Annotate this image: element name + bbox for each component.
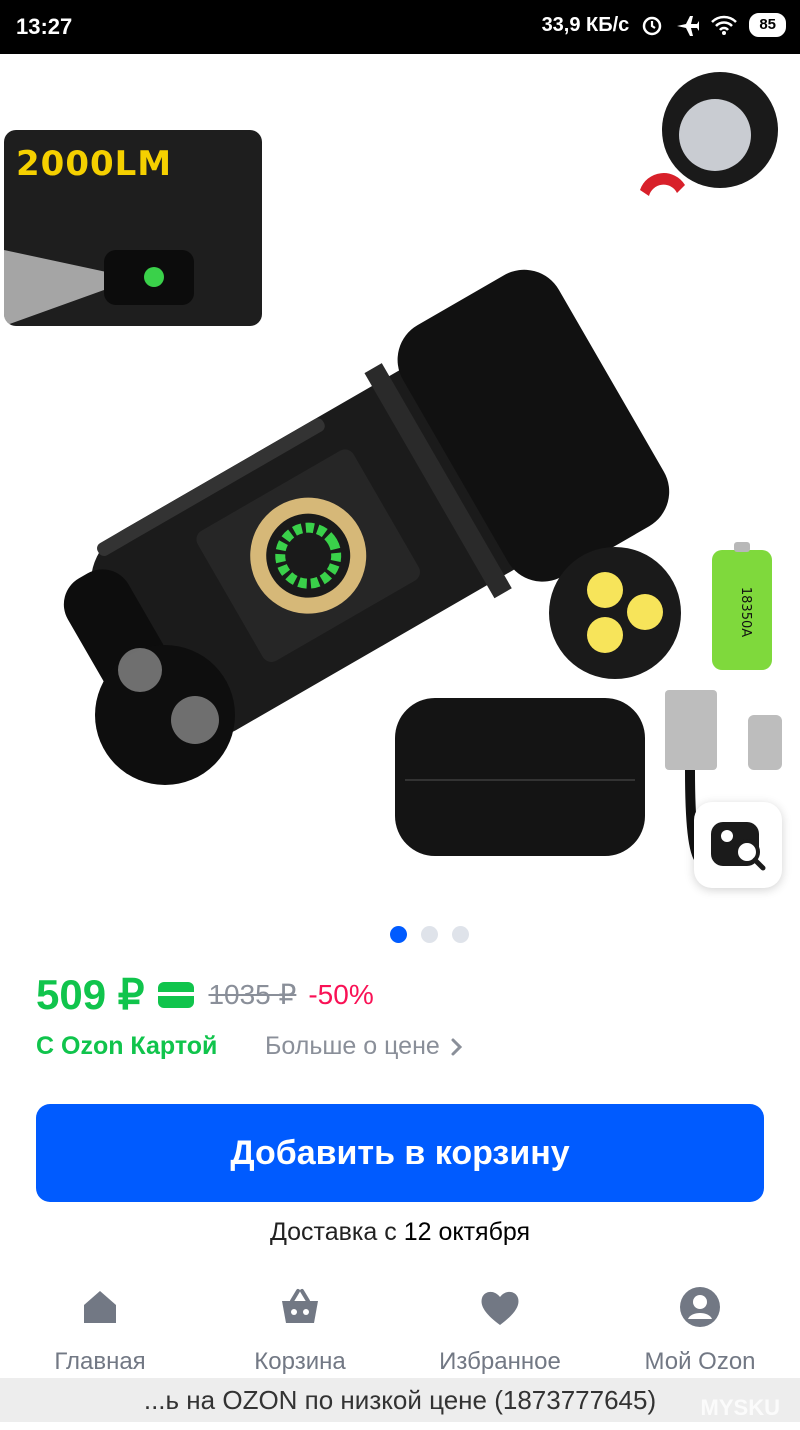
delivery-date: 12 октября — [403, 1218, 531, 1246]
watermark: MYSKU — [700, 1395, 780, 1420]
delivery-prefix: Доставка с — [269, 1218, 397, 1246]
nav-item-profile[interactable]: Мой Ozon — [600, 1284, 800, 1376]
nav-item-favorites[interactable]: Избранное — [400, 1284, 600, 1376]
basket-icon — [282, 1289, 318, 1323]
status-time: 13:27 — [16, 14, 73, 39]
nav-label: Мой Ozon — [644, 1348, 756, 1375]
bottom-caption-text: ...ь на OZON по низкой цене (1873777645) — [143, 1385, 657, 1415]
camera-search-icon — [711, 822, 766, 871]
nav-label: Избранное — [439, 1348, 561, 1375]
ozon-card-icon — [158, 981, 195, 1008]
current-price: 509 ₽ — [36, 971, 145, 1018]
gallery-dot[interactable] — [421, 926, 438, 943]
heart-icon — [481, 1291, 519, 1325]
product-thumbnail[interactable]: 2000LM — [4, 130, 262, 326]
discount-badge: -50% — [308, 978, 374, 1010]
gallery-pagination — [390, 926, 469, 943]
wifi-icon — [711, 15, 738, 35]
status-bar: 13:27 33,9 КБ/с 85 — [0, 0, 800, 54]
more-about-price-label: Больше о цене — [265, 1032, 440, 1060]
delivery-info: Доставка с 12 октября — [0, 1218, 800, 1247]
add-to-cart-button[interactable]: Добавить в корзину — [36, 1104, 764, 1202]
visual-search-button[interactable] — [694, 802, 782, 888]
old-price: 1035 ₽ — [208, 979, 297, 1010]
ozon-card-label: С Ozon Картой — [36, 1032, 218, 1060]
airplane-icon — [677, 16, 700, 36]
gallery-dot[interactable] — [390, 926, 407, 943]
network-speed: 33,9 КБ/с — [541, 13, 630, 36]
home-icon — [84, 1291, 116, 1323]
battery-label: 18350A — [738, 587, 753, 637]
alarm-icon — [643, 16, 662, 36]
bottom-caption: ...ь на OZON по низкой цене (1873777645)… — [0, 1378, 800, 1422]
profile-icon — [680, 1287, 720, 1327]
status-right: 33,9 КБ/с 85 — [542, 13, 786, 37]
battery-indicator: 85 — [749, 13, 786, 37]
thumbnail-beam — [4, 250, 194, 326]
nav-item-cart[interactable]: Корзина — [200, 1284, 400, 1376]
chevron-right-icon — [451, 1038, 462, 1055]
bottom-navigation: Главная Корзина Избранное Мой Ozon — [0, 1268, 800, 1378]
more-about-price-link[interactable]: Больше о цене — [265, 1032, 464, 1061]
nav-label: Корзина — [254, 1348, 346, 1375]
product-image-gallery[interactable]: 18350A 2000LM — [0, 54, 800, 904]
gallery-dot[interactable] — [452, 926, 469, 943]
nav-label: Главная — [54, 1348, 146, 1375]
price-row: 509 ₽ 1035 ₽ -50% — [36, 970, 374, 1019]
nav-item-home[interactable]: Главная — [0, 1284, 200, 1376]
